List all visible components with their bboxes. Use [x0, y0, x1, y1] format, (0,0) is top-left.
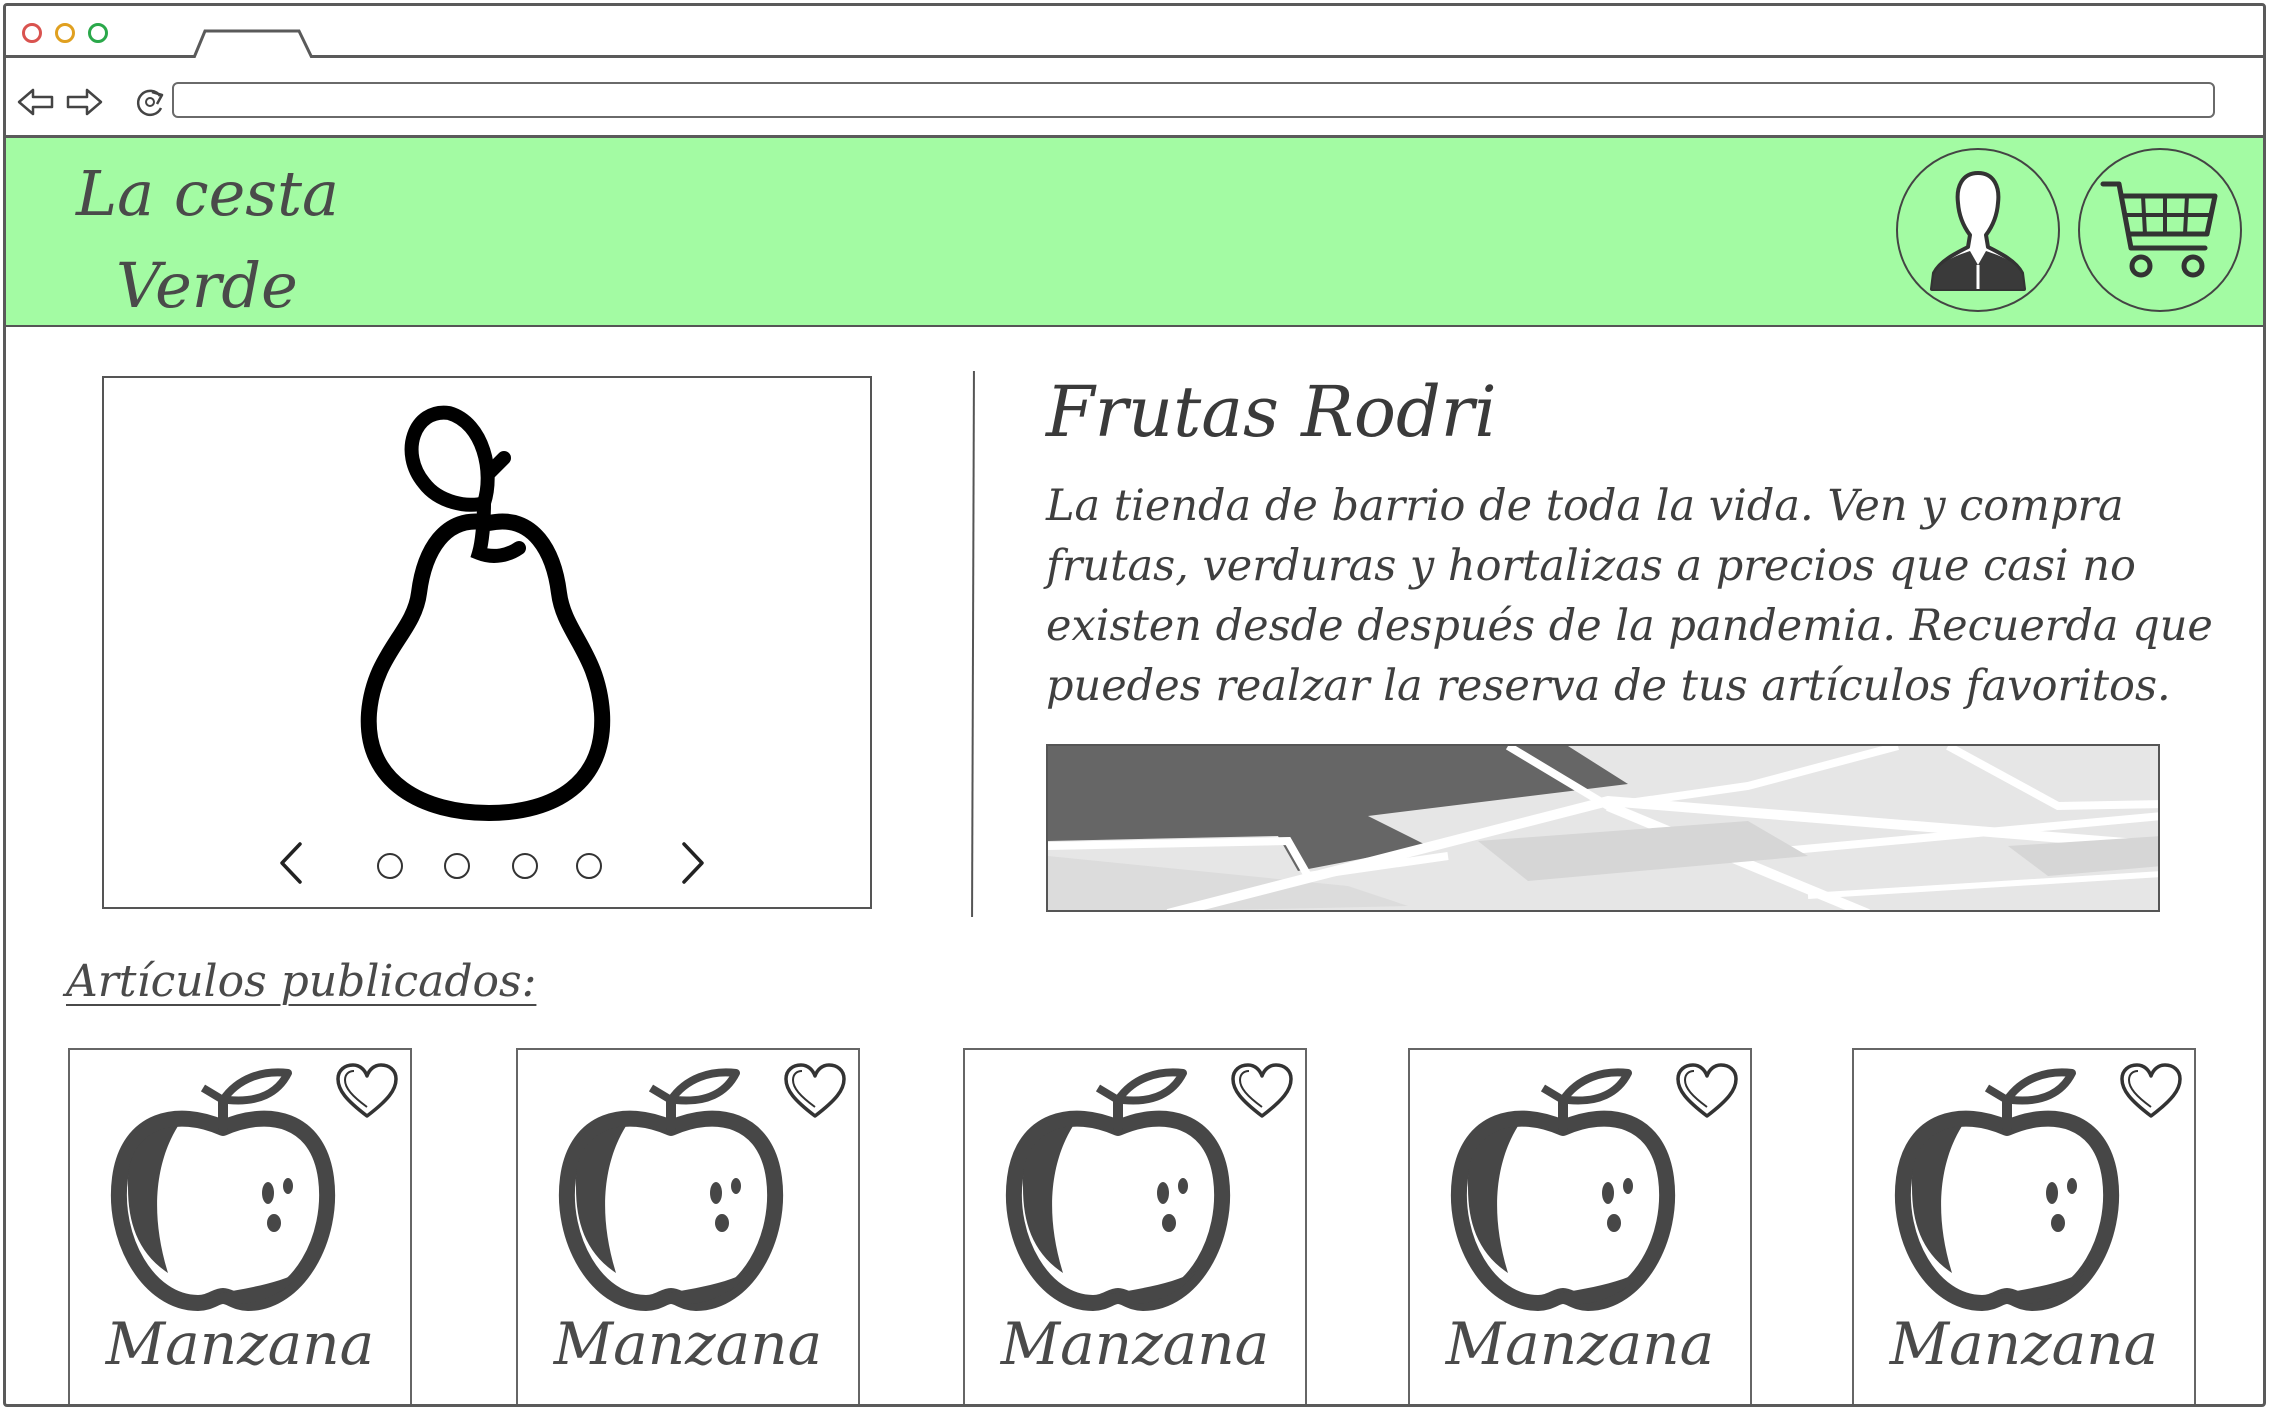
- card-footer: [1005, 1400, 1285, 1407]
- carousel-indicator[interactable]: [576, 853, 602, 879]
- browser-toolbar: [6, 58, 2263, 138]
- card-footer: [558, 1400, 838, 1407]
- chevron-right-icon[interactable]: [672, 838, 712, 888]
- heart-icon[interactable]: [2118, 1062, 2184, 1120]
- article-name: Manzana: [1889, 1310, 2159, 1378]
- browser-tab[interactable]: [191, 28, 316, 60]
- image-carousel: [102, 376, 872, 909]
- apple-icon: [1450, 1068, 1676, 1311]
- article-card[interactable]: Manzana: [963, 1048, 1307, 1407]
- address-bar[interactable]: [172, 82, 2215, 118]
- logo-line-2: Verde: [116, 249, 298, 322]
- heart-icon[interactable]: [1674, 1062, 1740, 1120]
- maximize-window-button[interactable]: [88, 23, 108, 43]
- article-name: Manzana: [1000, 1310, 1270, 1378]
- minimize-window-button[interactable]: [55, 23, 75, 43]
- user-icon: [1930, 171, 2026, 291]
- arrow-left-icon[interactable]: [16, 86, 56, 118]
- heart-icon[interactable]: [782, 1062, 848, 1120]
- section-articles-label: Artículos publicados:: [66, 956, 537, 1007]
- apple-icon: [110, 1068, 336, 1311]
- article-card[interactable]: Manzana: [516, 1048, 860, 1407]
- site-logo[interactable]: La cesta Verde: [76, 148, 339, 332]
- heart-icon[interactable]: [1229, 1062, 1295, 1120]
- chevron-left-icon[interactable]: [272, 838, 312, 888]
- carousel-indicator[interactable]: [377, 853, 403, 879]
- arrow-right-icon[interactable]: [64, 86, 104, 118]
- browser-window: La cesta Verde Frutas Rodri La tienda de…: [3, 3, 2266, 1407]
- reload-icon[interactable]: [130, 86, 170, 118]
- apple-icon: [1005, 1068, 1231, 1311]
- carousel-indicator[interactable]: [444, 853, 470, 879]
- close-window-button[interactable]: [22, 23, 42, 43]
- article-name: Manzana: [105, 1310, 375, 1378]
- card-footer: [1450, 1400, 1730, 1407]
- article-card[interactable]: Manzana: [68, 1048, 412, 1407]
- cart-button[interactable]: [2078, 148, 2242, 312]
- shop-description: La tienda de barrio de toda la vida. Ven…: [1046, 481, 2213, 711]
- card-footer: [1894, 1400, 2174, 1407]
- title-bar: [6, 6, 2263, 60]
- shopping-cart-icon: [2100, 181, 2218, 278]
- card-footer: [110, 1400, 390, 1407]
- heart-icon[interactable]: [334, 1062, 400, 1120]
- apple-icon: [558, 1068, 784, 1311]
- pear-icon: [360, 405, 611, 821]
- map-icon[interactable]: [1046, 744, 2160, 912]
- article-name: Manzana: [553, 1310, 823, 1378]
- site-header: La cesta Verde: [6, 138, 2263, 327]
- article-card[interactable]: Manzana: [1408, 1048, 1752, 1407]
- vertical-divider: [971, 370, 975, 918]
- shop-title: Frutas Rodri: [1046, 371, 1497, 453]
- carousel-indicator[interactable]: [512, 853, 538, 879]
- apple-icon: [1894, 1068, 2120, 1311]
- logo-line-1: La cesta: [76, 157, 339, 230]
- article-card[interactable]: Manzana: [1852, 1048, 2196, 1407]
- article-name: Manzana: [1445, 1310, 1715, 1378]
- account-button[interactable]: [1896, 148, 2060, 312]
